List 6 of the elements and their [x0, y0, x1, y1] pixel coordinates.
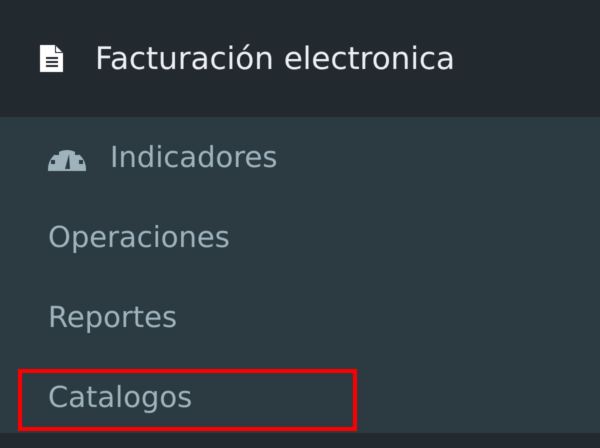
menu-item[interactable]: Reportes	[48, 277, 178, 357]
document-icon	[40, 45, 63, 72]
menu-item[interactable]: Operaciones	[48, 197, 230, 277]
section-title[interactable]: Facturación electronica	[95, 40, 455, 76]
menu-item[interactable]: Catalogos	[48, 357, 192, 437]
menu-item[interactable]: Indicadores	[48, 117, 278, 197]
